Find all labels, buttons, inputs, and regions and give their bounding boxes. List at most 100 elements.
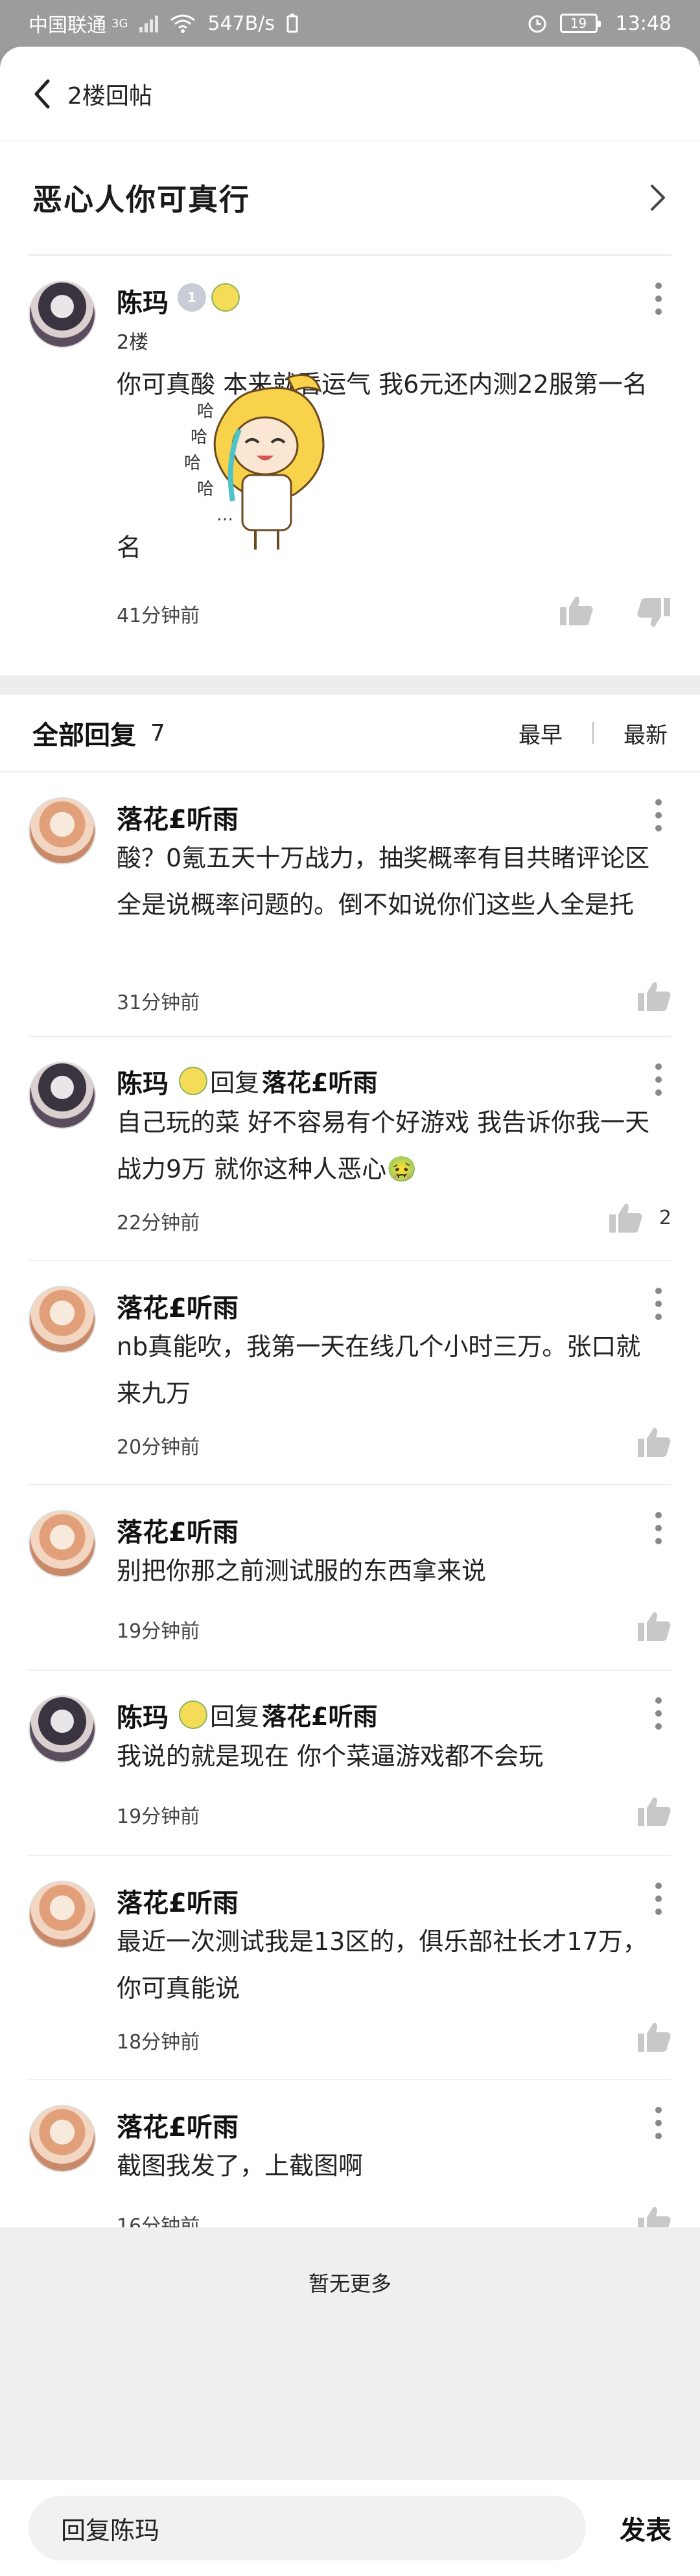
wifi-icon <box>170 14 196 33</box>
replies-header: 全部回复 7 最早 最新 <box>0 695 700 772</box>
reply-item: 落花£听雨 nb真能吹，我第一天在线几个小时三万。张口就来九万 20分钟前 <box>29 1261 671 1485</box>
author-name[interactable]: 落花£听雨 <box>117 798 239 836</box>
avatar[interactable] <box>29 1881 96 1948</box>
reply-time: 22分钟前 <box>117 1212 200 1235</box>
like-count: 2 <box>659 1207 671 1229</box>
more-options-icon[interactable] <box>646 2104 671 2142</box>
battery-level: 19 <box>570 16 587 31</box>
thumbs-down-icon[interactable] <box>636 597 671 629</box>
chevron-right-icon <box>651 185 665 211</box>
reply-input[interactable]: 回复陈玛 <box>29 2496 586 2560</box>
more-options-icon[interactable] <box>646 1694 671 1733</box>
reply-to-label: 回复 落花£听雨 <box>179 1697 377 1732</box>
floor-number: 2楼 <box>117 331 149 354</box>
sort-earliest-tab[interactable]: 最早 <box>519 717 563 749</box>
sort-divider <box>592 722 594 744</box>
emoji-badge-icon <box>211 283 240 312</box>
thumbs-up-icon[interactable] <box>636 1795 671 1828</box>
sticker-laugh-text: 哈 <box>197 402 214 421</box>
thumbs-up-icon[interactable] <box>636 2021 671 2053</box>
reply-composer: 回复陈玛 发表 <box>0 2480 700 2576</box>
list-footer: 暂无更多 <box>0 2227 700 2480</box>
floor-post: 陈玛 1 2楼 你可真酸 本来就看运气 我6元还内测22服第一名 名 哈 哈 哈… <box>29 254 671 675</box>
reply-word: 回复 <box>210 1069 260 1097</box>
more-options-icon[interactable] <box>646 1509 671 1548</box>
level-badge-text: 1 <box>187 290 196 305</box>
more-options-icon[interactable] <box>646 1284 671 1323</box>
status-bar: 中国联通 3G 547B/s 19 13:48 <box>0 0 700 47</box>
reply-placeholder: 回复陈玛 <box>61 2516 160 2545</box>
more-options-icon[interactable] <box>646 1060 671 1099</box>
battery-saver-icon <box>286 14 298 33</box>
post-time: 41分钟前 <box>117 605 200 627</box>
more-options-icon[interactable] <box>646 279 671 318</box>
level-badge: 1 <box>178 283 206 312</box>
more-options-icon[interactable] <box>646 1879 671 1918</box>
emoji-badge-icon <box>179 1066 207 1095</box>
battery-icon: 19 <box>559 14 601 33</box>
author-name[interactable]: 陈玛 <box>117 1697 169 1734</box>
section-divider <box>0 675 700 695</box>
carrier-label: 中国联通 <box>29 14 106 37</box>
replies-title: 全部回复 <box>32 721 136 750</box>
reply-item: 落花£听雨 最近一次测试我是13区的，俱乐部社长才17万，你可真能说 18分钟前 <box>29 1856 671 2080</box>
reply-time: 19分钟前 <box>117 1620 200 1643</box>
sticker-image: 哈 哈 哈 哈 … <box>184 374 325 550</box>
thumbs-up-icon[interactable] <box>636 1610 671 1642</box>
avatar[interactable] <box>29 1510 96 1577</box>
reply-time: 18分钟前 <box>117 2031 200 2054</box>
reply-item: 落花£听雨 酸？0氪五天十万战力，抽奖概率有目共睹评论区全是说概率问题的。倒不如… <box>29 772 671 1037</box>
svg-text:…: … <box>216 505 233 525</box>
reply-sheet: 2楼回帖 恶心人你可真行 陈玛 1 2楼 你可真酸 本来就看运气 我6元还内测2… <box>0 47 700 2576</box>
avatar[interactable] <box>29 281 96 348</box>
avatar[interactable] <box>29 1695 96 1763</box>
svg-text:哈: 哈 <box>184 454 201 473</box>
avatar[interactable] <box>29 2105 96 2172</box>
reply-word: 回复 <box>210 1702 260 1731</box>
reply-to-label: 回复 落花£听雨 <box>179 1063 377 1098</box>
emoji-badge-icon <box>179 1700 207 1729</box>
thumbs-up-icon[interactable] <box>608 1201 643 1234</box>
reply-content: nb真能吹，我第一天在线几个小时三万。张口就来九万 <box>117 1332 641 1408</box>
more-options-icon[interactable] <box>646 796 671 835</box>
author-name[interactable]: 落花£听雨 <box>117 1882 239 1920</box>
reply-item: 落花£听雨 别把你那之前测试服的东西拿来说 19分钟前 <box>29 1485 671 1671</box>
reply-content: 自己玩的菜 好不容易有个好游戏 我告诉你我一天战力9万 就你这种人恶心🤢 <box>117 1108 650 1183</box>
reply-time: 20分钟前 <box>117 1436 200 1459</box>
reply-content: 我说的就是现在 你个菜逼游戏都不会玩 <box>117 1742 544 1770</box>
reply-to-name[interactable]: 落花£听雨 <box>262 1697 377 1732</box>
svg-text:哈: 哈 <box>191 428 207 447</box>
sort-latest-tab[interactable]: 最新 <box>624 717 668 749</box>
sort-tabs: 最早 最新 <box>519 717 668 749</box>
avatar[interactable] <box>29 1286 96 1353</box>
reply-item: 陈玛 回复 落花£听雨 自己玩的菜 好不容易有个好游戏 我告诉你我一天战力9万 … <box>29 1037 671 1261</box>
clock: 13:48 <box>615 12 671 35</box>
author-name[interactable]: 陈玛 <box>117 282 169 319</box>
author-name[interactable]: 落花£听雨 <box>117 1287 239 1325</box>
reply-content: 截图我发了，上截图啊 <box>117 2152 364 2180</box>
avatar[interactable] <box>29 1062 96 1129</box>
post-title: 恶心人你可真行 <box>32 182 250 217</box>
reply-to-name[interactable]: 落花£听雨 <box>262 1063 377 1098</box>
thumbs-up-icon[interactable] <box>636 1426 671 1458</box>
thumbs-up-icon[interactable] <box>636 980 671 1012</box>
send-button[interactable]: 发表 <box>620 2509 671 2547</box>
reply-content: 酸？0氪五天十万战力，抽奖概率有目共睹评论区全是说概率问题的。倒不如说你们这些人… <box>117 844 650 919</box>
back-button[interactable] <box>32 78 58 110</box>
replies-count: 7 <box>150 719 165 747</box>
reply-item: 陈玛 回复 落花£听雨 我说的就是现在 你个菜逼游戏都不会玩 19分钟前 <box>29 1671 671 1856</box>
thumbs-up-icon[interactable] <box>559 594 594 627</box>
reply-content: 别把你那之前测试服的东西拿来说 <box>117 1557 487 1585</box>
alarm-icon <box>528 15 546 33</box>
original-post-link[interactable]: 恶心人你可真行 <box>0 141 700 254</box>
avatar[interactable] <box>29 797 96 864</box>
reply-time: 19分钟前 <box>117 1805 200 1828</box>
author-name[interactable]: 陈玛 <box>117 1063 169 1100</box>
author-name[interactable]: 落花£听雨 <box>117 2106 239 2144</box>
no-more-label: 暂无更多 <box>308 2271 391 2296</box>
reply-content: 最近一次测试我是13区的，俱乐部社长才17万，你可真能说 <box>117 1927 648 2002</box>
network-speed: 547B/s <box>207 12 275 35</box>
chevron-left-icon <box>34 79 50 108</box>
author-name[interactable]: 落花£听雨 <box>117 1511 239 1549</box>
svg-text:哈: 哈 <box>197 480 214 499</box>
